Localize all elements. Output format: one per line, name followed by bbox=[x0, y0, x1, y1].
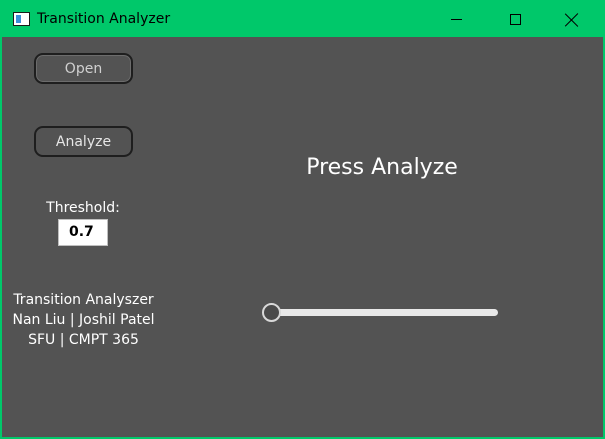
minimize-button[interactable] bbox=[433, 2, 479, 37]
maximize-button[interactable] bbox=[492, 2, 538, 37]
close-button[interactable] bbox=[549, 2, 595, 37]
threshold-input[interactable]: 0.7 bbox=[58, 219, 108, 246]
maximize-icon bbox=[509, 14, 521, 25]
credits-app-name: Transition Analyszer bbox=[13, 292, 154, 308]
credits-authors: Nan Liu | Joshil Patel bbox=[12, 312, 155, 328]
credits: Transition Analyszer Nan Liu | Joshil Pa… bbox=[2, 290, 165, 350]
app-window-icon bbox=[13, 12, 30, 26]
app-window: Transition Analyzer Open Analyze Thresho… bbox=[0, 0, 605, 439]
window-title: Transition Analyzer bbox=[37, 11, 171, 27]
frame-slider-track[interactable] bbox=[265, 309, 498, 316]
credits-course: SFU | CMPT 365 bbox=[28, 332, 139, 348]
open-button[interactable]: Open bbox=[34, 53, 133, 84]
close-icon bbox=[565, 13, 579, 27]
frame-slider-thumb[interactable] bbox=[262, 303, 281, 322]
analyze-button[interactable]: Analyze bbox=[34, 126, 133, 157]
title-bar[interactable]: Transition Analyzer bbox=[2, 2, 603, 37]
minimize-icon bbox=[450, 19, 462, 20]
status-message: Press Analyze bbox=[306, 155, 458, 180]
threshold-label: Threshold: bbox=[46, 200, 120, 216]
